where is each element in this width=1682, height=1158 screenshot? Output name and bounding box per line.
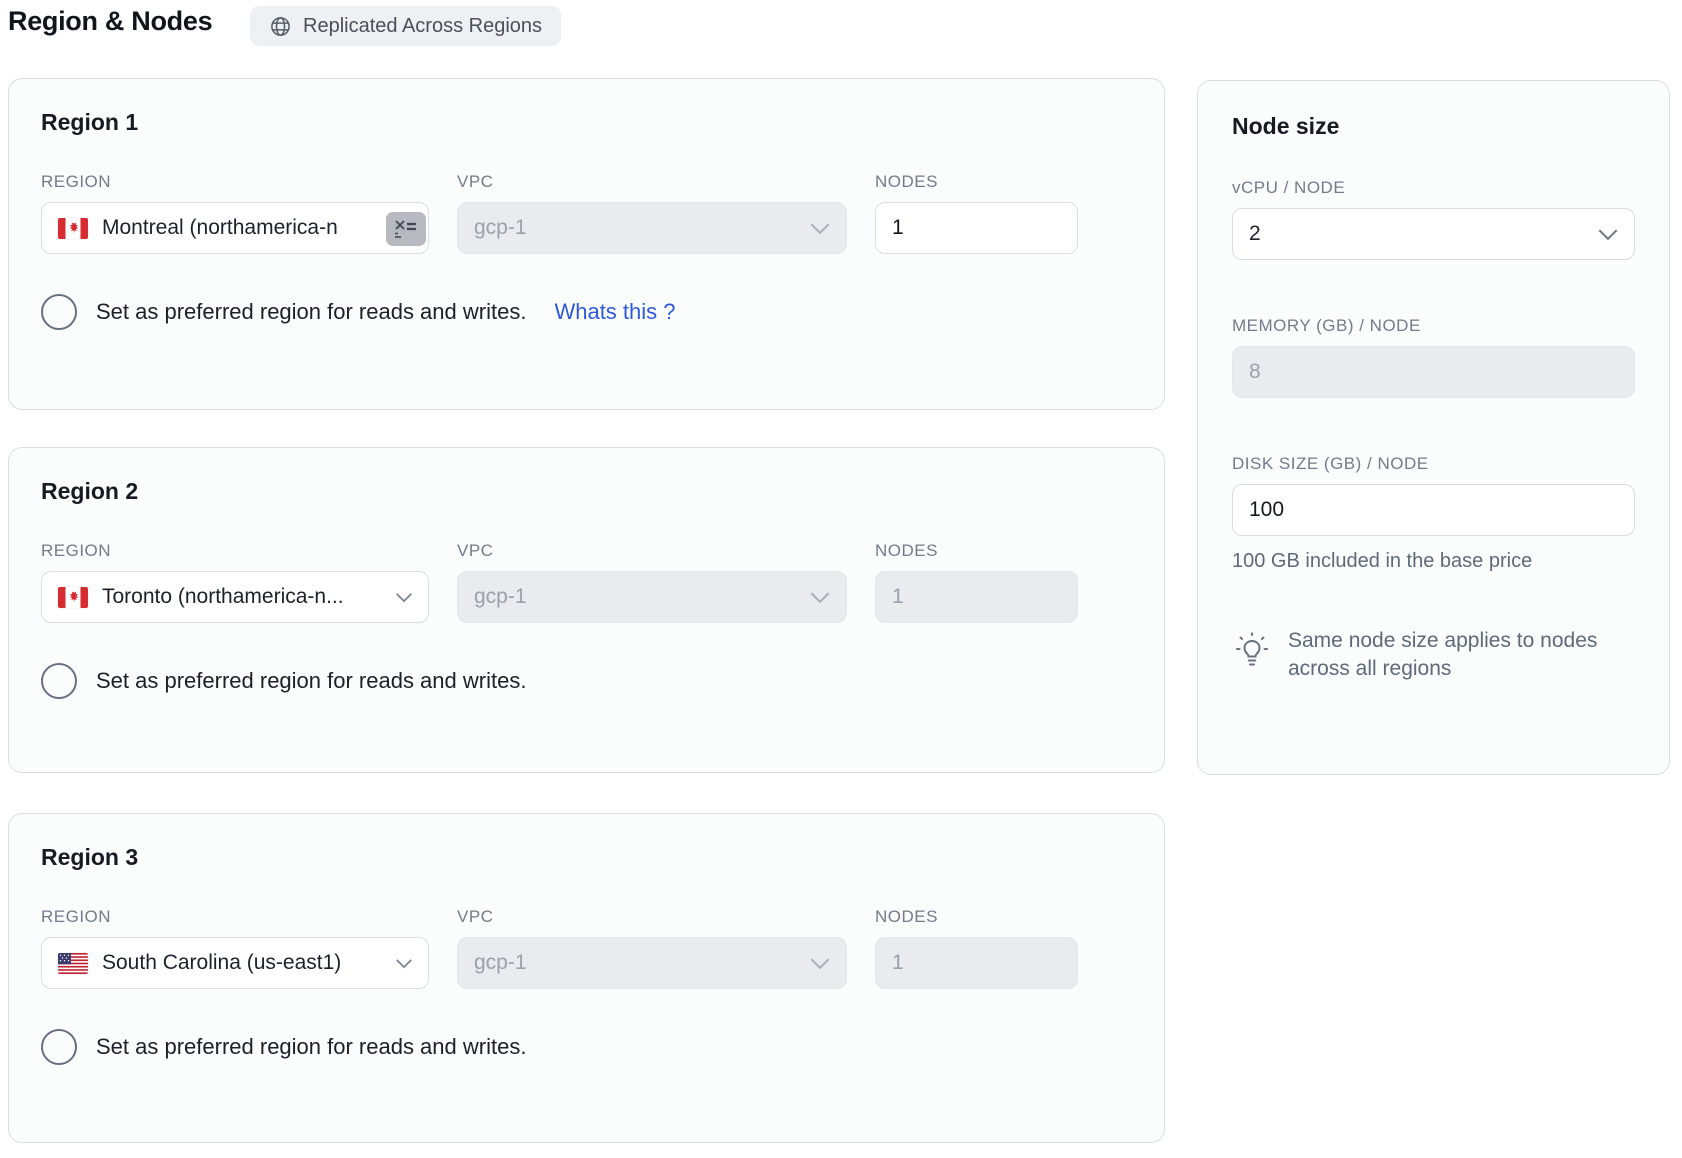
replication-badge-label: Replicated Across Regions — [303, 15, 542, 38]
region-2-card: Region 2 REGION Toronto (northamerica-n.… — [8, 447, 1165, 773]
region-nodes-page: Region & Nodes Replicated Across Regions… — [0, 0, 1682, 1158]
region-1-preferred-radio[interactable] — [41, 294, 77, 330]
node-size-panel: Node size vCPU / NODE 2 MEMORY (GB) / NO… — [1197, 80, 1670, 775]
replication-badge: Replicated Across Regions — [250, 6, 561, 46]
region-1-region-select[interactable]: Montreal (northamerica-n — [41, 202, 429, 254]
region-2-heading: Region 2 — [41, 478, 1132, 505]
region-2-vpc-select: gcp-1 — [457, 571, 847, 623]
disk-helper-text: 100 GB included in the base price — [1232, 550, 1635, 573]
chevron-down-icon — [801, 591, 831, 604]
chevron-down-icon — [387, 958, 413, 969]
globe-icon — [269, 15, 292, 38]
vcpu-value: 2 — [1249, 222, 1261, 246]
region-1-nodes-input[interactable] — [875, 202, 1078, 254]
chevron-down-icon — [1589, 228, 1619, 241]
region-1-vpc-value: gcp-1 — [474, 216, 527, 240]
chevron-down-icon — [801, 222, 831, 235]
whats-this-link[interactable]: Whats this ? — [554, 299, 675, 325]
region-1-region-value: Montreal (northamerica-n — [102, 216, 338, 240]
chevron-down-icon — [387, 592, 413, 603]
memory-input — [1232, 346, 1635, 398]
mouse-cursor-overlay — [386, 212, 426, 246]
region-2-region-select[interactable]: Toronto (northamerica-n... — [41, 571, 429, 623]
canada-flag — [58, 587, 88, 608]
lightbulb-icon — [1232, 627, 1272, 678]
node-size-tip-text: Same node size applies to nodes across a… — [1288, 627, 1618, 683]
chevron-down-icon — [801, 957, 831, 970]
region-3-vpc-select: gcp-1 — [457, 937, 847, 989]
disk-size-input[interactable] — [1232, 484, 1635, 536]
region-3-heading: Region 3 — [41, 844, 1132, 871]
region-label: REGION — [41, 172, 429, 192]
canada-flag — [58, 218, 88, 239]
vpc-label: VPC — [457, 172, 847, 192]
region-2-nodes-input — [875, 571, 1078, 623]
region-3-preferred-radio[interactable] — [41, 1029, 77, 1065]
region-1-heading: Region 1 — [41, 109, 1132, 136]
region-1-preferred-label: Set as preferred region for reads and wr… — [96, 299, 526, 325]
region-1-card: Region 1 REGION Montreal (northamerica-n — [8, 78, 1165, 410]
region-2-preferred-label: Set as preferred region for reads and wr… — [96, 668, 526, 694]
region-3-region-select[interactable]: South Carolina (us-east1) — [41, 937, 429, 989]
vcpu-select[interactable]: 2 — [1232, 208, 1635, 260]
region-2-vpc-value: gcp-1 — [474, 585, 527, 609]
nodes-label: NODES — [875, 172, 1078, 192]
region-1-vpc-select: gcp-1 — [457, 202, 847, 254]
region-3-preferred-label: Set as preferred region for reads and wr… — [96, 1034, 526, 1060]
node-size-heading: Node size — [1232, 113, 1635, 140]
vpc-label: VPC — [457, 907, 847, 927]
nodes-label: NODES — [875, 541, 1078, 561]
usa-flag — [58, 953, 88, 974]
region-3-nodes-input — [875, 937, 1078, 989]
memory-label: MEMORY (GB) / NODE — [1232, 316, 1635, 336]
region-3-region-value: South Carolina (us-east1) — [102, 951, 341, 975]
region-label: REGION — [41, 907, 429, 927]
region-3-vpc-value: gcp-1 — [474, 951, 527, 975]
region-2-region-value: Toronto (northamerica-n... — [102, 585, 344, 609]
node-size-tip: Same node size applies to nodes across a… — [1232, 627, 1635, 683]
vpc-label: VPC — [457, 541, 847, 561]
region-2-preferred-radio[interactable] — [41, 663, 77, 699]
nodes-label: NODES — [875, 907, 1078, 927]
vcpu-label: vCPU / NODE — [1232, 178, 1635, 198]
region-label: REGION — [41, 541, 429, 561]
region-3-card: Region 3 REGION — [8, 813, 1165, 1143]
page-title: Region & Nodes — [8, 6, 212, 37]
disk-size-label: DISK SIZE (GB) / NODE — [1232, 454, 1635, 474]
